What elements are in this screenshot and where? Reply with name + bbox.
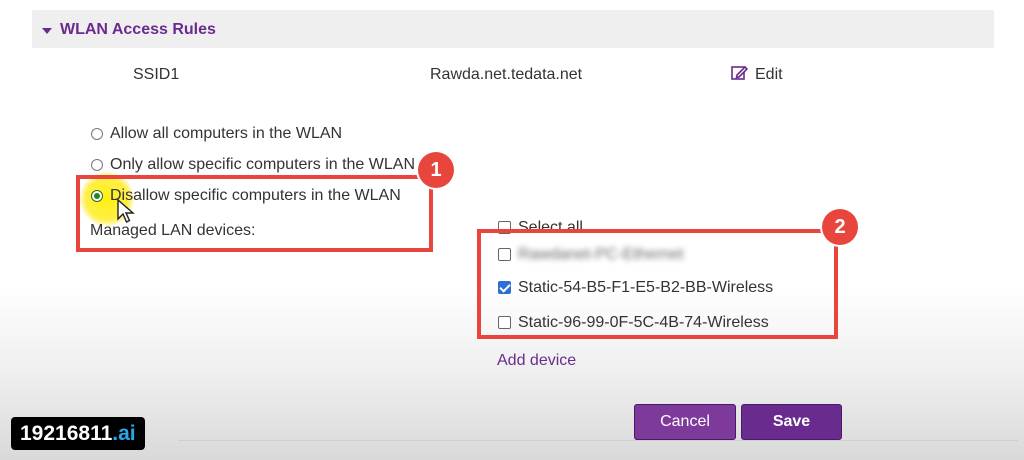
ssid-label: SSID1 — [133, 66, 180, 83]
watermark-main: 19216811 — [20, 422, 113, 445]
option-only-allow-label: Only allow specific computers in the WLA… — [110, 156, 415, 173]
watermark-suffix: .ai — [112, 422, 136, 445]
edit-label: Edit — [755, 66, 783, 83]
highlight-box-1 — [76, 175, 433, 252]
watermark-logo: 19216811.ai — [11, 417, 145, 450]
save-button[interactable]: Save — [741, 404, 842, 440]
radio-allow-all[interactable] — [91, 128, 103, 140]
add-device-link[interactable]: Add device — [497, 352, 576, 370]
option-allow-all-label: Allow all computers in the WLAN — [110, 125, 343, 142]
radio-only-allow[interactable] — [91, 159, 103, 171]
edit-icon — [731, 65, 748, 80]
ssid-value: Rawda.net.tedata.net — [430, 66, 583, 83]
section-title: WLAN Access Rules — [60, 21, 216, 38]
divider-line — [178, 440, 1018, 441]
cancel-button[interactable]: Cancel — [634, 404, 736, 440]
annotation-badge-1: 1 — [418, 152, 454, 188]
highlight-box-2 — [477, 229, 838, 339]
annotation-badge-2: 2 — [822, 209, 858, 245]
collapse-caret-icon[interactable] — [42, 28, 52, 34]
